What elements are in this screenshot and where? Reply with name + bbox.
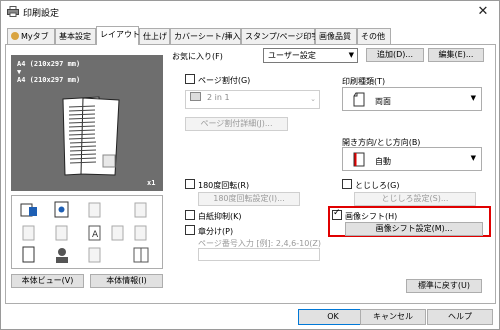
svg-text:A: A (92, 230, 99, 240)
rotate-180-checkbox[interactable] (185, 179, 195, 189)
restore-default-button[interactable]: 標準に戻す(U) (406, 279, 482, 293)
image-shift-label: 画像シフト(H) (345, 212, 398, 221)
ok-button[interactable]: OK (298, 309, 368, 325)
printer-icon (7, 6, 19, 17)
nup-value: 2 in 1 (207, 93, 230, 102)
punch-icon (134, 202, 147, 218)
skip-blank-label: 白紙抑制(K) (198, 212, 242, 221)
nup-label: ページ割付(G) (198, 76, 251, 85)
book-icon (133, 247, 149, 263)
document-preview-icon (62, 96, 120, 176)
image-shift-checkbox[interactable] (332, 208, 342, 220)
close-button[interactable]: ✕ (469, 3, 497, 21)
edit-favorite-button[interactable]: 編集(E)... (428, 48, 484, 62)
favorites-select[interactable]: ユーザー設定 ▼ (263, 48, 358, 63)
favorites-value: ユーザー設定 (268, 51, 316, 60)
page-number-input[interactable] (198, 248, 320, 261)
chapter-label: 章分け(P) (198, 227, 234, 236)
device-icon-grid[interactable]: A (11, 195, 163, 269)
nup-select[interactable]: 2 in 1 ⌄ (185, 90, 320, 109)
print-type-label: 印刷種類(T) (342, 77, 386, 86)
output-tray-icon (20, 203, 37, 217)
grid-icon (190, 92, 201, 101)
shift-icon (134, 225, 147, 241)
tab-my-label: Myタブ (21, 32, 49, 41)
device-info-button[interactable]: 本体情報(I) (90, 274, 163, 288)
duplex-icon (353, 92, 365, 107)
booklet-icon (111, 225, 124, 241)
window-title: 印刷設定 (23, 9, 60, 19)
margin-label: とじしろ(G) (355, 181, 400, 190)
tab-image-quality[interactable]: 画像品質 (315, 28, 357, 44)
tab-my[interactable]: Myタブ (7, 28, 55, 44)
person-icon (11, 32, 19, 40)
cover-icon (88, 247, 101, 263)
paper-icon (22, 246, 35, 263)
margin-checkbox[interactable] (342, 179, 352, 189)
help-button[interactable]: ヘルプ (427, 309, 493, 325)
binding-select[interactable]: 自動 ▼ (342, 147, 482, 171)
binding-value: 自動 (375, 157, 391, 166)
print-type-select[interactable]: 両面 ▼ (342, 87, 482, 111)
tab-finishing[interactable]: 仕上げ (139, 28, 170, 44)
chevron-down-icon: ▼ (348, 51, 354, 59)
chevron-down-icon: ⌄ (310, 95, 316, 103)
title-bar: 印刷設定 ✕ (1, 1, 499, 23)
nup-detail-button[interactable]: ページ割付詳細(J)... (185, 117, 288, 131)
tab-stamp-page[interactable]: スタンプ/ページ印字 (241, 28, 319, 44)
finishing-icon (54, 201, 69, 218)
nup-checkbox[interactable] (185, 74, 195, 84)
tab-cover-insert[interactable]: カバーシート/挿入紙 (170, 28, 249, 44)
chevron-down-icon: ▼ (470, 154, 476, 162)
print-type-value: 両面 (375, 97, 391, 106)
staple-icon (88, 202, 101, 218)
fold-icon (55, 225, 68, 241)
rotate-180-settings-button[interactable]: 180度回転設定(I)... (198, 192, 300, 206)
print-settings-window: 印刷設定 ✕ Myタブ 基本設定 レイアウト 仕上げ カバーシート/挿入紙 スタ… (0, 0, 500, 330)
margin-settings-button[interactable]: とじしろ設定(S)... (354, 192, 476, 206)
preview-original-size: A4 (210x297 mm) (17, 60, 81, 68)
cancel-button[interactable]: キャンセル (360, 309, 426, 325)
chevron-down-icon: ▼ (470, 94, 476, 102)
user-icon (56, 248, 68, 263)
add-favorite-button[interactable]: 追加(D)... (366, 48, 424, 62)
preview-output-size: A4 (210x297 mm) (17, 76, 81, 84)
tab-basic[interactable]: 基本設定 (55, 28, 96, 44)
binding-direction-icon (353, 152, 365, 167)
image-shift-settings-button[interactable]: 画像シフト設定(M)... (345, 222, 483, 236)
rotate-180-label: 180度回転(R) (198, 181, 250, 190)
preview-copies: x1 (147, 179, 156, 187)
device-view-button[interactable]: 本体ビュー(V) (11, 274, 84, 288)
page-preview: A4 (210x297 mm) ▼ A4 (210x297 mm) x1 (11, 55, 163, 191)
letter-a-icon: A (88, 225, 101, 241)
tab-layout[interactable]: レイアウト (96, 26, 140, 45)
stack-icon (22, 225, 35, 241)
skip-blank-checkbox[interactable] (185, 210, 195, 220)
favorites-label: お気に入り(F) (172, 52, 223, 61)
tab-other[interactable]: その他 (357, 28, 391, 44)
chapter-checkbox[interactable] (185, 225, 195, 235)
